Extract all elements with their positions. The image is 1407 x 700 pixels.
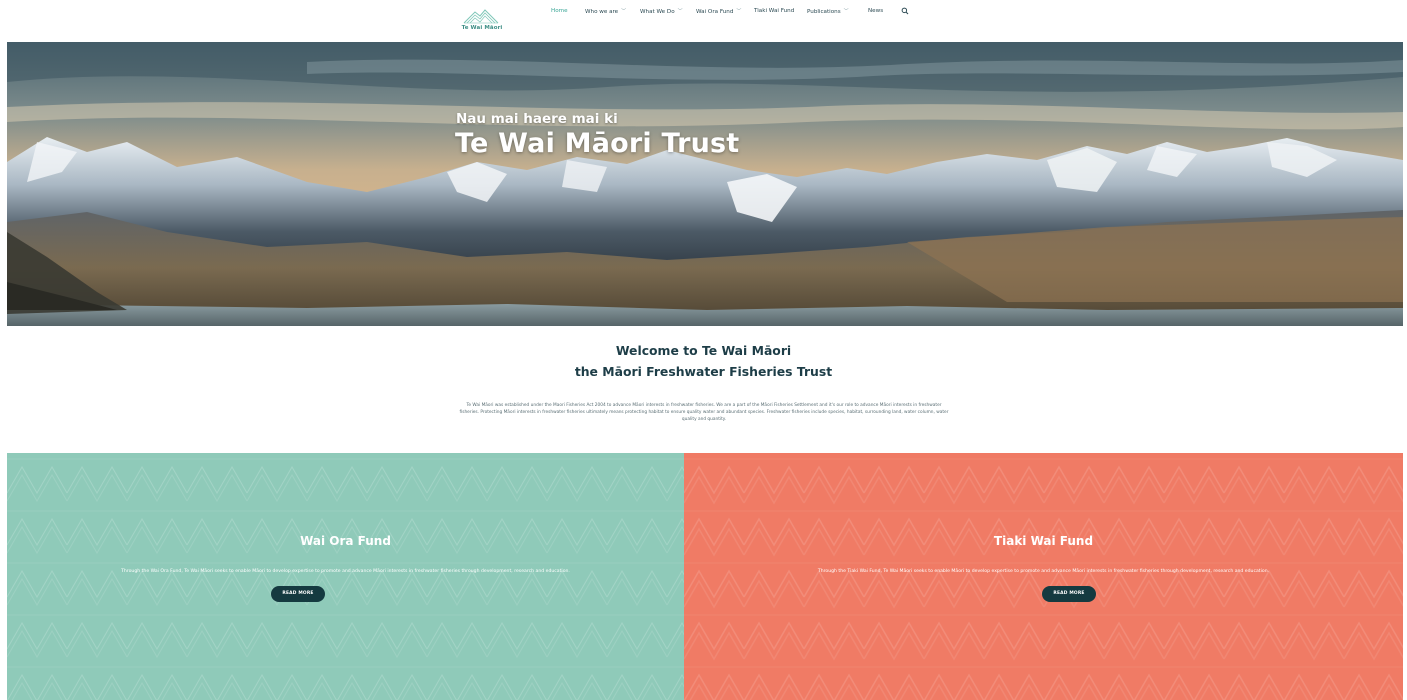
welcome-section: Welcome to Te Wai Māori the Māori Freshw… bbox=[0, 340, 1407, 382]
search-icon[interactable] bbox=[901, 7, 909, 15]
wai-ora-read-more-button[interactable]: READ MORE bbox=[271, 586, 325, 602]
welcome-body-text: Te Wai Māori was established under the M… bbox=[459, 403, 949, 422]
hero-subtitle: Nau mai haere mai ki bbox=[456, 111, 618, 127]
welcome-heading-line-1: Welcome to Te Wai Māori bbox=[615, 343, 792, 358]
chevron-down-icon: ﹀ bbox=[677, 8, 683, 15]
site-logo[interactable]: Te Wai Māori bbox=[458, 6, 506, 36]
nav-label: Who we are bbox=[585, 9, 619, 15]
nav-item-who-we-are[interactable]: Who we are ﹀ bbox=[585, 8, 627, 16]
tiaki-wai-read-more-button[interactable]: READ MORE bbox=[1042, 586, 1096, 602]
nav-label: Tiaki Wai Fund bbox=[754, 8, 795, 14]
pattern-background bbox=[7, 453, 684, 700]
chevron-down-icon: ﹀ bbox=[621, 8, 627, 15]
nav-item-tiaki-wai-fund[interactable]: Tiaki Wai Fund bbox=[754, 8, 794, 14]
pattern-background bbox=[684, 453, 1403, 700]
nav-label: News bbox=[868, 8, 884, 14]
hero-title: Te Wai Māori Trust bbox=[455, 128, 740, 159]
nav-item-wai-ora-fund[interactable]: Wai Ora Fund ﹀ bbox=[696, 8, 742, 16]
nav-label: Publications bbox=[807, 9, 841, 15]
nav-item-home[interactable]: Home bbox=[551, 8, 568, 14]
mountain-logo-icon bbox=[463, 9, 499, 24]
nav-item-publications[interactable]: Publications ﹀ bbox=[807, 8, 849, 16]
nav-label: Home bbox=[551, 8, 568, 14]
tiaki-wai-fund-panel: Tiaki Wai Fund Through the Tiaki Wai Fun… bbox=[684, 453, 1403, 700]
nav-item-news[interactable]: News bbox=[868, 8, 883, 14]
chevron-down-icon: ﹀ bbox=[736, 8, 742, 15]
nav-item-what-we-do[interactable]: What We Do ﹀ bbox=[640, 8, 683, 16]
hero-banner: Nau mai haere mai ki Te Wai Māori Trust bbox=[7, 42, 1403, 326]
tiaki-wai-fund-description: Through the Tiaki Wai Fund, Te Wai Māori… bbox=[817, 569, 1270, 574]
site-header: Te Wai Māori Home Who we are ﹀ What We Do… bbox=[0, 0, 1407, 42]
mountain-landscape-image bbox=[7, 42, 1403, 326]
nav-label: What We Do bbox=[640, 9, 675, 15]
tiaki-wai-fund-title: Tiaki Wai Fund bbox=[993, 534, 1094, 548]
wai-ora-fund-panel: Wai Ora Fund Through the Wai Ora Fund, T… bbox=[7, 453, 684, 700]
nav-label: Wai Ora Fund bbox=[696, 9, 734, 15]
wai-ora-fund-title: Wai Ora Fund bbox=[300, 534, 391, 548]
logo-text: Te Wai Māori bbox=[461, 25, 503, 31]
welcome-heading-line-2: the Māori Freshwater Fisheries Trust bbox=[574, 364, 833, 379]
chevron-down-icon: ﹀ bbox=[843, 8, 849, 15]
wai-ora-fund-description: Through the Wai Ora Fund, Te Wai Māori s… bbox=[121, 569, 570, 574]
